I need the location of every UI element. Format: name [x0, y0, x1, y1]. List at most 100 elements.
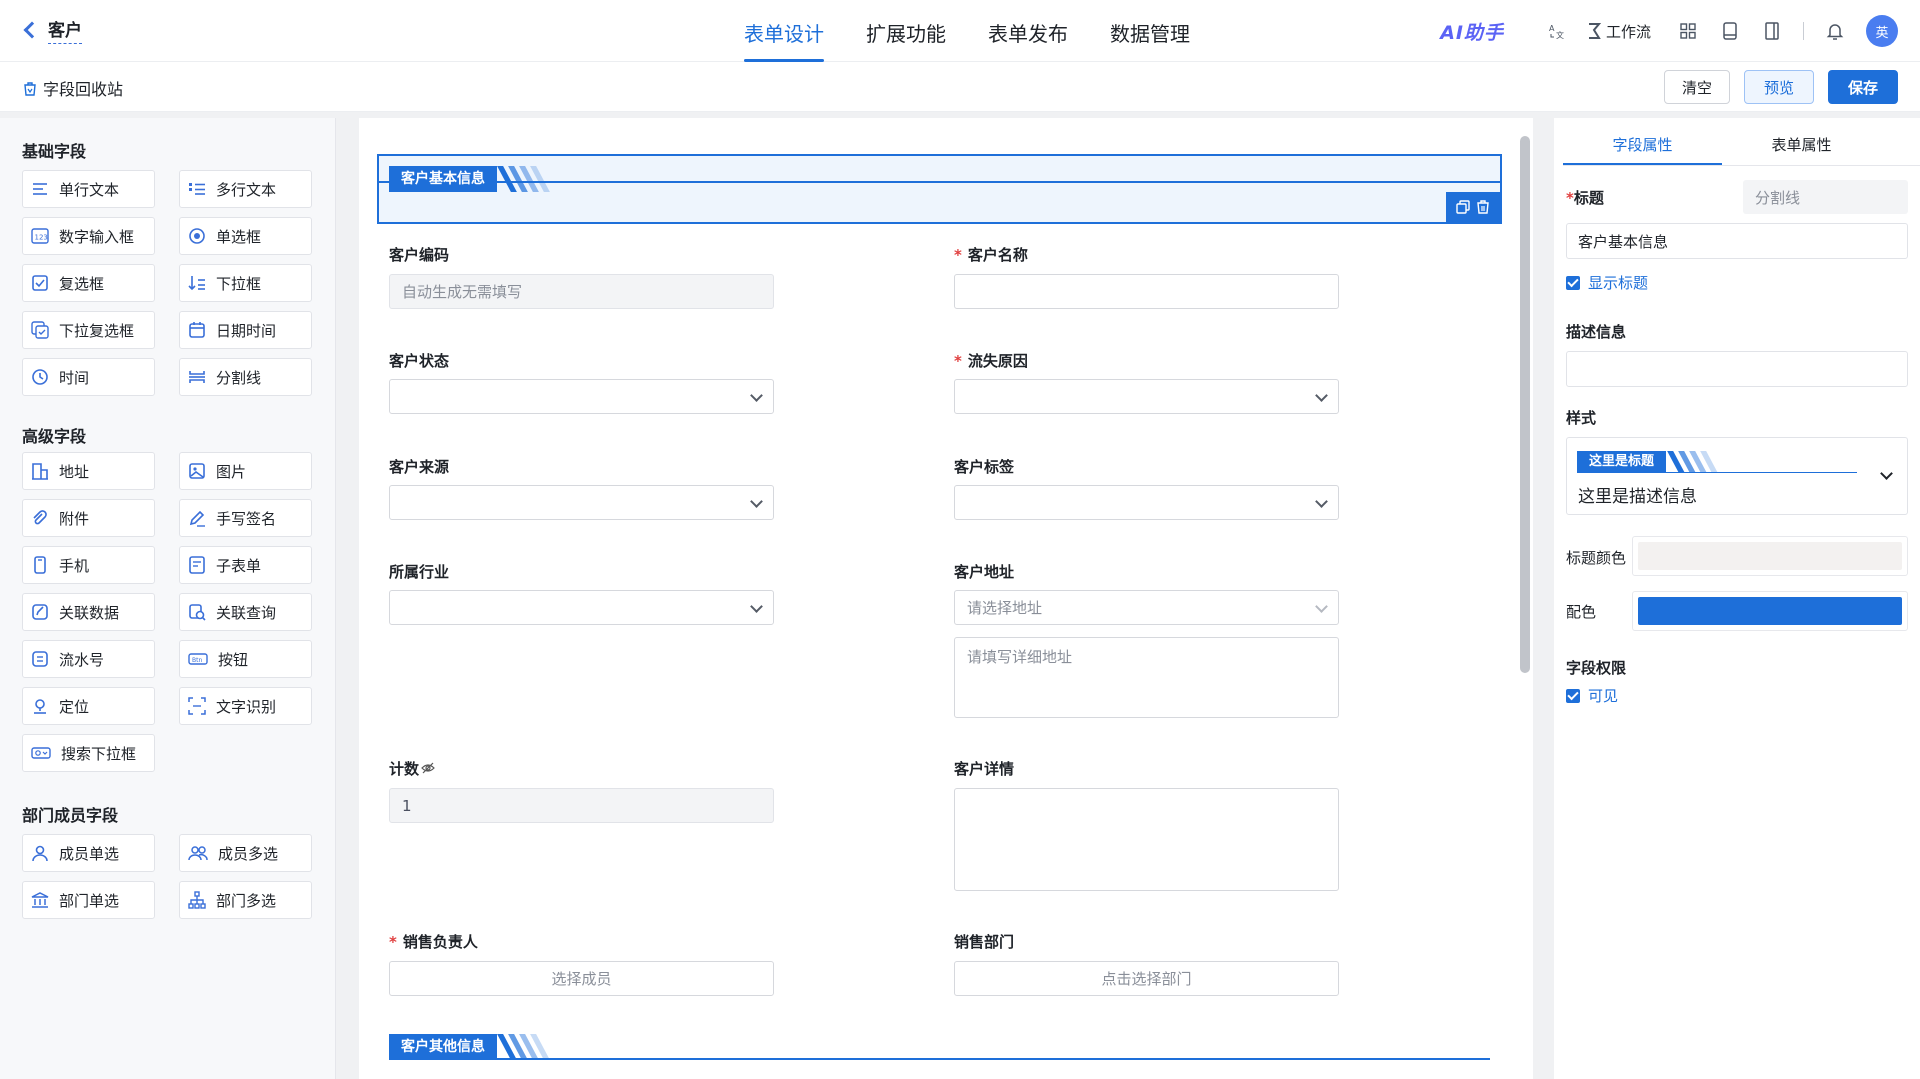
- tab-data-management[interactable]: 数据管理: [1110, 0, 1190, 62]
- section-divider-selected[interactable]: 客户基本信息: [377, 154, 1502, 224]
- field-dropdown[interactable]: 下拉框: [179, 264, 312, 302]
- field-datetime[interactable]: 日期时间: [179, 311, 312, 349]
- translate-icon[interactable]: A文: [1546, 20, 1568, 42]
- app-title: 客户: [48, 16, 82, 44]
- field-single-text[interactable]: 单行文本: [22, 170, 155, 208]
- field-serial-number[interactable]: 流水号: [22, 640, 155, 678]
- field-label: 复选框: [59, 274, 105, 293]
- field-label: 部门单选: [59, 891, 120, 910]
- workflow-button[interactable]: 工作流: [1586, 21, 1651, 42]
- field-ocr[interactable]: 文字识别: [179, 687, 312, 725]
- visible-checkbox[interactable]: 可见: [1566, 685, 1618, 706]
- field-label: 单行文本: [59, 180, 120, 199]
- address-detail-textarea[interactable]: 请填写详细地址: [954, 637, 1339, 718]
- canvas-scrollbar[interactable]: [1520, 136, 1530, 673]
- field-radio[interactable]: 单选框: [179, 217, 312, 255]
- field-multi-text[interactable]: 多行文本: [179, 170, 312, 208]
- back-button[interactable]: 客户: [23, 16, 82, 44]
- apps-grid-icon[interactable]: [1677, 20, 1699, 42]
- count-input[interactable]: 1: [389, 788, 774, 823]
- calendar-icon: [189, 322, 205, 338]
- tab-extensions[interactable]: 扩展功能: [866, 0, 946, 62]
- field-signature[interactable]: 手写签名: [179, 499, 312, 537]
- field-phone[interactable]: 手机: [22, 546, 155, 584]
- field-subform[interactable]: 子表单: [179, 546, 312, 584]
- text-lines-icon: [33, 183, 47, 195]
- save-button[interactable]: 保存: [1827, 70, 1898, 104]
- field-address[interactable]: 地址: [22, 452, 155, 490]
- tab-form-design[interactable]: 表单设计: [744, 0, 824, 62]
- bell-icon[interactable]: [1824, 20, 1846, 42]
- field-related-query[interactable]: 关联查询: [179, 593, 312, 631]
- field-label: 下拉框: [216, 274, 262, 293]
- field-attachment[interactable]: 附件: [22, 499, 155, 537]
- label-text: 流失原因: [967, 352, 1028, 370]
- ai-assistant-button[interactable]: AI助手: [1440, 18, 1504, 45]
- section-divider-2[interactable]: 客户其他信息: [389, 1034, 1490, 1060]
- sort-down-icon: [188, 276, 205, 291]
- building-icon: [32, 463, 48, 480]
- preview-title: 这里是标题: [1577, 451, 1667, 473]
- field-dept-multi[interactable]: 部门多选: [179, 881, 312, 919]
- field-recycle-bin-button[interactable]: 字段回收站: [23, 76, 123, 100]
- style-select[interactable]: 这里是标题 这里是描述信息: [1566, 437, 1908, 515]
- customer-source-label: 客户来源: [389, 458, 450, 476]
- loss-reason-select[interactable]: [954, 379, 1339, 414]
- field-search-dropdown[interactable]: 搜索下拉框: [22, 734, 155, 772]
- field-member-multi[interactable]: 成员多选: [179, 834, 312, 872]
- label-text: 计数: [389, 760, 420, 778]
- tab-form-props[interactable]: 表单属性: [1722, 124, 1881, 165]
- avatar[interactable]: 英: [1866, 15, 1898, 47]
- title-color-label: 标题颜色: [1566, 549, 1627, 567]
- title-input[interactable]: 客户基本信息: [1566, 223, 1908, 259]
- tab-publish[interactable]: 表单发布: [988, 0, 1068, 62]
- show-title-checkbox[interactable]: 显示标题: [1566, 272, 1648, 293]
- customer-detail-textarea[interactable]: [954, 788, 1339, 891]
- sales-owner-picker[interactable]: 选择成员: [389, 961, 774, 996]
- field-label: 图片: [216, 462, 247, 481]
- industry-select[interactable]: [389, 590, 774, 625]
- address-placeholder: 请选择地址: [967, 599, 1043, 617]
- clock-icon: [32, 369, 48, 385]
- field-dept-single[interactable]: 部门单选: [22, 881, 155, 919]
- panel-icon[interactable]: [1761, 20, 1783, 42]
- scheme-color-picker[interactable]: [1632, 591, 1908, 631]
- customer-tag-select[interactable]: [954, 485, 1339, 520]
- field-member-single[interactable]: 成员单选: [22, 834, 155, 872]
- customer-code-input[interactable]: 自动生成无需填写: [389, 274, 774, 309]
- chevron-down-icon: [750, 495, 763, 508]
- field-checkbox[interactable]: 复选框: [22, 264, 155, 302]
- field-label: 关联数据: [59, 603, 120, 622]
- description-input[interactable]: [1566, 351, 1908, 387]
- field-related-data[interactable]: 关联数据: [22, 593, 155, 631]
- field-image[interactable]: 图片: [179, 452, 312, 490]
- sales-dept-picker[interactable]: 点击选择部门: [954, 961, 1339, 996]
- address-select[interactable]: 请选择地址: [954, 590, 1339, 625]
- customer-name-input[interactable]: [954, 274, 1339, 309]
- preview-button[interactable]: 预览: [1743, 70, 1814, 104]
- paperclip-icon: [33, 510, 47, 525]
- bank-icon: [31, 892, 49, 908]
- copy-icon[interactable]: [1456, 200, 1470, 214]
- trash-icon[interactable]: [1476, 200, 1490, 214]
- field-label: 子表单: [216, 556, 262, 575]
- field-divider[interactable]: 分割线: [179, 358, 312, 396]
- field-label: 关联查询: [216, 603, 277, 622]
- field-number-input[interactable]: 123 数字输入框: [22, 217, 155, 255]
- tab-field-props[interactable]: 字段属性: [1563, 124, 1722, 165]
- title-prop-label: *标题: [1566, 187, 1604, 208]
- workflow-icon: [1588, 23, 1602, 39]
- customer-status-select[interactable]: [389, 379, 774, 414]
- title-color-picker[interactable]: [1632, 536, 1908, 576]
- field-time[interactable]: 时间: [22, 358, 155, 396]
- subform-icon: [189, 556, 205, 574]
- customer-source-select[interactable]: [389, 485, 774, 520]
- clear-button[interactable]: 清空: [1663, 70, 1730, 104]
- chevron-down-icon: [1880, 467, 1893, 480]
- field-location[interactable]: 定位: [22, 687, 155, 725]
- book-icon[interactable]: [1719, 20, 1741, 42]
- field-label: 日期时间: [216, 321, 277, 340]
- field-dropdown-checkbox[interactable]: 下拉复选框: [22, 311, 155, 349]
- checkbox-checked: [1566, 275, 1580, 290]
- field-button[interactable]: Btn 按钮: [179, 640, 312, 678]
